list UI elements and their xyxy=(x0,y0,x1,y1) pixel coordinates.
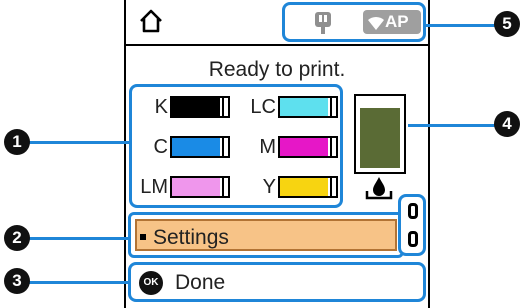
ok-button-icon: OK xyxy=(139,271,163,295)
callout-4-marker: 4 xyxy=(494,111,520,137)
status-message: Ready to print. xyxy=(208,58,346,81)
ink-level-lc: LC xyxy=(244,95,338,119)
wifi-direct-ap-badge: AP xyxy=(363,10,421,34)
settings-menu-item[interactable]: Settings xyxy=(128,212,404,258)
ink-levels-panel[interactable]: K LC C M LM Y xyxy=(129,84,343,208)
callout-5-marker: 5 xyxy=(494,11,520,37)
ink-bar xyxy=(278,136,338,158)
callout-1-marker: 1 xyxy=(4,129,30,155)
ink-level-m: M xyxy=(244,135,338,159)
callout-5-leader xyxy=(426,24,496,27)
ink-bar xyxy=(278,96,338,118)
home-icon[interactable] xyxy=(138,8,164,34)
wifi-icon xyxy=(368,16,384,30)
connection-status-group: AP xyxy=(282,2,426,42)
scroll-down-icon xyxy=(408,231,418,247)
settings-label: Settings xyxy=(153,226,229,249)
ink-label: K xyxy=(154,96,168,118)
ink-bar xyxy=(278,176,338,198)
callout-3-marker: 3 xyxy=(4,268,30,294)
callout-2-marker: 2 xyxy=(4,225,30,251)
ink-bar xyxy=(170,96,230,118)
maintenance-box-fill xyxy=(360,107,400,168)
ink-bar xyxy=(170,176,230,198)
ink-label: Y xyxy=(262,176,276,198)
done-button[interactable]: OK Done xyxy=(128,262,426,302)
wifi-mode-label: AP xyxy=(385,12,409,31)
ink-bar xyxy=(170,136,230,158)
settings-selection-highlight: Settings xyxy=(135,219,397,251)
callout-4-leader xyxy=(408,124,496,127)
ink-label: M xyxy=(259,136,276,158)
top-bar: AP xyxy=(126,0,428,46)
printer-lcd-screen: AP Ready to print. K LC C M LM Y Setting… xyxy=(124,0,430,308)
waste-ink-drop-icon xyxy=(365,177,393,200)
ink-level-c: C xyxy=(136,135,230,159)
ink-level-k: K xyxy=(136,95,230,119)
ink-level-y: Y xyxy=(244,175,338,199)
scroll-up-icon xyxy=(408,203,418,219)
ink-label: LC xyxy=(250,96,276,118)
callout-2-leader xyxy=(26,237,130,240)
usb-connection-icon xyxy=(315,12,331,34)
selection-bullet xyxy=(140,234,146,240)
ink-level-lm: LM xyxy=(136,175,230,199)
maintenance-box-level xyxy=(354,94,406,174)
done-label: Done xyxy=(175,271,226,294)
scroll-indicator[interactable] xyxy=(398,194,426,256)
ink-label: LM xyxy=(140,176,168,198)
ink-label: C xyxy=(153,136,168,158)
callout-3-leader xyxy=(26,281,130,284)
callout-1-leader xyxy=(26,141,130,144)
